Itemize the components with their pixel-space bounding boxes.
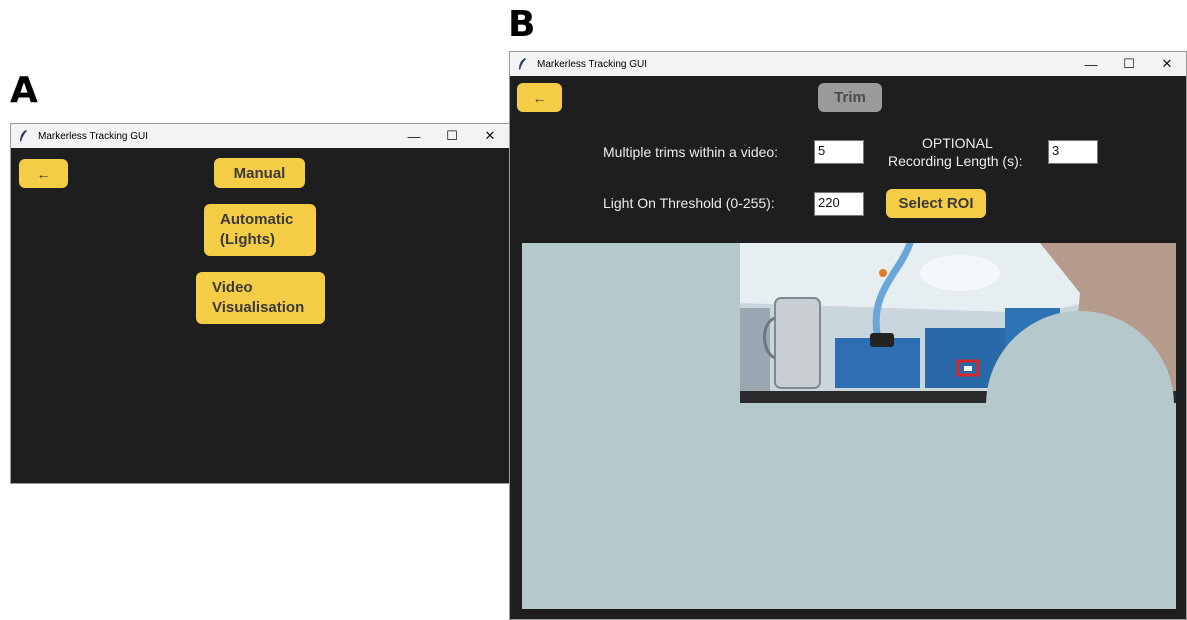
- window-title: Markerless Tracking GUI: [537, 58, 648, 70]
- multiple-trims-input[interactable]: 5: [814, 140, 864, 164]
- select-roi-label: Select ROI: [898, 195, 974, 212]
- light-threshold-input[interactable]: 220: [814, 192, 864, 216]
- back-arrow-icon: ←: [532, 89, 547, 106]
- window-a: Markerless Tracking GUI — ☐ ✕ ← Manual A…: [10, 123, 510, 484]
- trim-button-label: Trim: [834, 89, 866, 106]
- back-button[interactable]: ←: [517, 83, 562, 112]
- automatic-lights-button[interactable]: Automatic (Lights): [204, 204, 316, 256]
- panel-label-a: A: [10, 70, 38, 111]
- select-roi-button[interactable]: Select ROI: [886, 189, 986, 218]
- manual-button-label: Manual: [233, 164, 286, 182]
- video-visualisation-button[interactable]: Video Visualisation: [196, 272, 325, 324]
- minimize-icon[interactable]: —: [395, 124, 433, 148]
- optional-label-line1: OPTIONAL: [922, 135, 993, 151]
- window-b: Markerless Tracking GUI — ☐ ✕ ← Trim Mul…: [509, 51, 1187, 620]
- maximize-icon[interactable]: ☐: [433, 124, 471, 148]
- multiple-trims-label: Multiple trims within a video:: [603, 144, 779, 160]
- feather-icon: [18, 129, 32, 143]
- panel-label-b: B: [508, 4, 536, 45]
- video-label-line1: Video: [212, 279, 253, 296]
- light-threshold-label: Light On Threshold (0-255):: [603, 195, 775, 211]
- optional-label-line2: Recording Length (s):: [888, 153, 1023, 169]
- video-frame: [740, 243, 1176, 403]
- back-button[interactable]: ←: [19, 159, 68, 188]
- automatic-label-line1: Automatic: [220, 211, 294, 228]
- trim-button[interactable]: Trim: [818, 83, 882, 112]
- maximize-icon[interactable]: ☐: [1110, 52, 1148, 76]
- title-bar[interactable]: Markerless Tracking GUI — ☐ ✕: [510, 52, 1186, 76]
- feather-icon: [517, 57, 531, 71]
- back-arrow-icon: ←: [36, 165, 51, 182]
- automatic-label-line2: (Lights): [220, 231, 275, 248]
- close-icon[interactable]: ✕: [471, 124, 509, 148]
- window-title: Markerless Tracking GUI: [38, 130, 149, 142]
- video-label-line2: Visualisation: [212, 299, 305, 316]
- title-bar[interactable]: Markerless Tracking GUI — ☐ ✕: [11, 124, 509, 148]
- recording-length-input[interactable]: 3: [1048, 140, 1098, 164]
- minimize-icon[interactable]: —: [1072, 52, 1110, 76]
- roi-canvas[interactable]: [522, 243, 1176, 609]
- manual-button[interactable]: Manual: [214, 158, 305, 188]
- close-icon[interactable]: ✕: [1148, 52, 1186, 76]
